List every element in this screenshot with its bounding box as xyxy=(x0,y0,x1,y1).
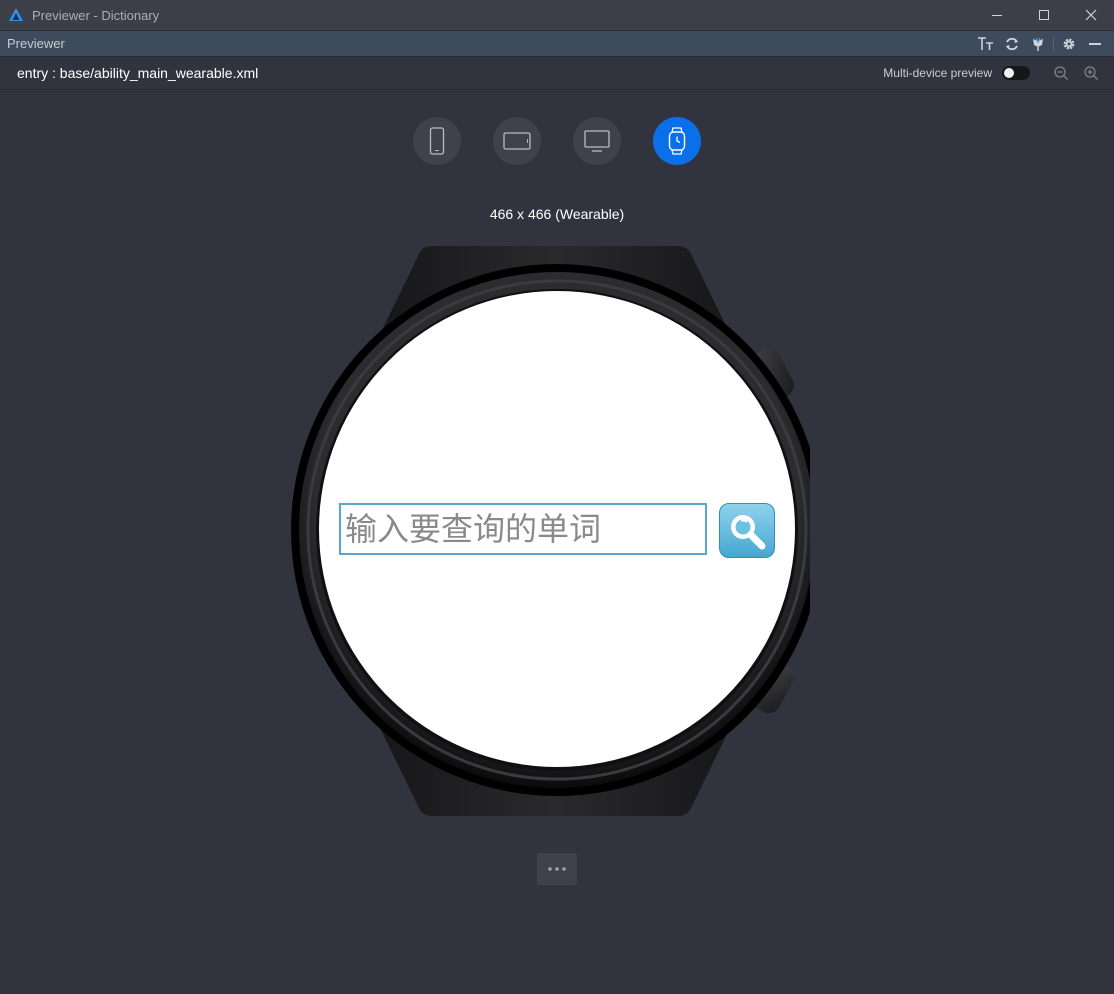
gear-icon xyxy=(1063,38,1075,49)
search-icon xyxy=(731,514,766,549)
path-bar: entry : base/ability_main_wearable.xml M… xyxy=(0,57,1114,90)
window-title: Previewer - Dictionary xyxy=(32,7,160,23)
toolbar-title: Previewer xyxy=(7,36,65,51)
layout-file-path: entry : base/ability_main_wearable.xml xyxy=(17,65,259,81)
font-size-icon xyxy=(978,36,993,50)
close-icon xyxy=(1085,9,1096,21)
hide-icon xyxy=(1089,42,1101,45)
multi-device-label: Multi-device preview xyxy=(883,66,992,80)
zoom-in-icon xyxy=(1084,66,1098,80)
maximize-icon xyxy=(1038,10,1049,20)
window-titlebar: Previewer - Dictionary xyxy=(0,0,1114,31)
maximize-button[interactable] xyxy=(1020,0,1067,30)
more-icon xyxy=(548,867,566,871)
preview-controls: Multi-device preview xyxy=(883,57,1106,89)
hide-panel-button[interactable] xyxy=(1082,31,1108,56)
more-options-button[interactable] xyxy=(537,853,577,885)
font-size-button[interactable] xyxy=(973,31,999,56)
search-button[interactable] xyxy=(719,503,775,558)
minimize-icon xyxy=(991,15,1002,16)
phone-icon xyxy=(429,127,445,155)
device-type-selector xyxy=(413,117,701,165)
window-controls xyxy=(973,0,1114,30)
resolution-label: 466 x 466 (Wearable) xyxy=(489,206,625,222)
watch-icon xyxy=(668,127,686,155)
refresh-button[interactable] xyxy=(999,31,1025,56)
search-input[interactable] xyxy=(339,503,707,555)
zoom-out-button[interactable] xyxy=(1046,57,1076,89)
zoom-in-button[interactable] xyxy=(1076,57,1106,89)
multi-device-toggle[interactable] xyxy=(1002,66,1030,80)
device-phone-button[interactable] xyxy=(413,117,461,165)
previewer-toolbar: Previewer xyxy=(0,31,1114,57)
watch-screen xyxy=(319,291,795,767)
device-tablet-button[interactable] xyxy=(493,117,541,165)
pin-button[interactable] xyxy=(1025,31,1051,56)
minimize-button[interactable] xyxy=(973,0,1020,30)
toolbar-separator xyxy=(1053,36,1054,51)
refresh-icon xyxy=(1006,37,1018,50)
settings-button[interactable] xyxy=(1056,31,1082,56)
tablet-icon xyxy=(503,132,531,150)
close-button[interactable] xyxy=(1067,0,1114,30)
app-logo-icon xyxy=(9,8,23,21)
device-tv-button[interactable] xyxy=(573,117,621,165)
toolbar-actions xyxy=(973,31,1108,56)
pin-icon xyxy=(1033,37,1043,51)
tv-icon xyxy=(584,130,610,152)
device-wearable-button[interactable] xyxy=(653,117,701,165)
toggle-knob xyxy=(1004,68,1014,78)
zoom-out-icon xyxy=(1054,66,1068,80)
